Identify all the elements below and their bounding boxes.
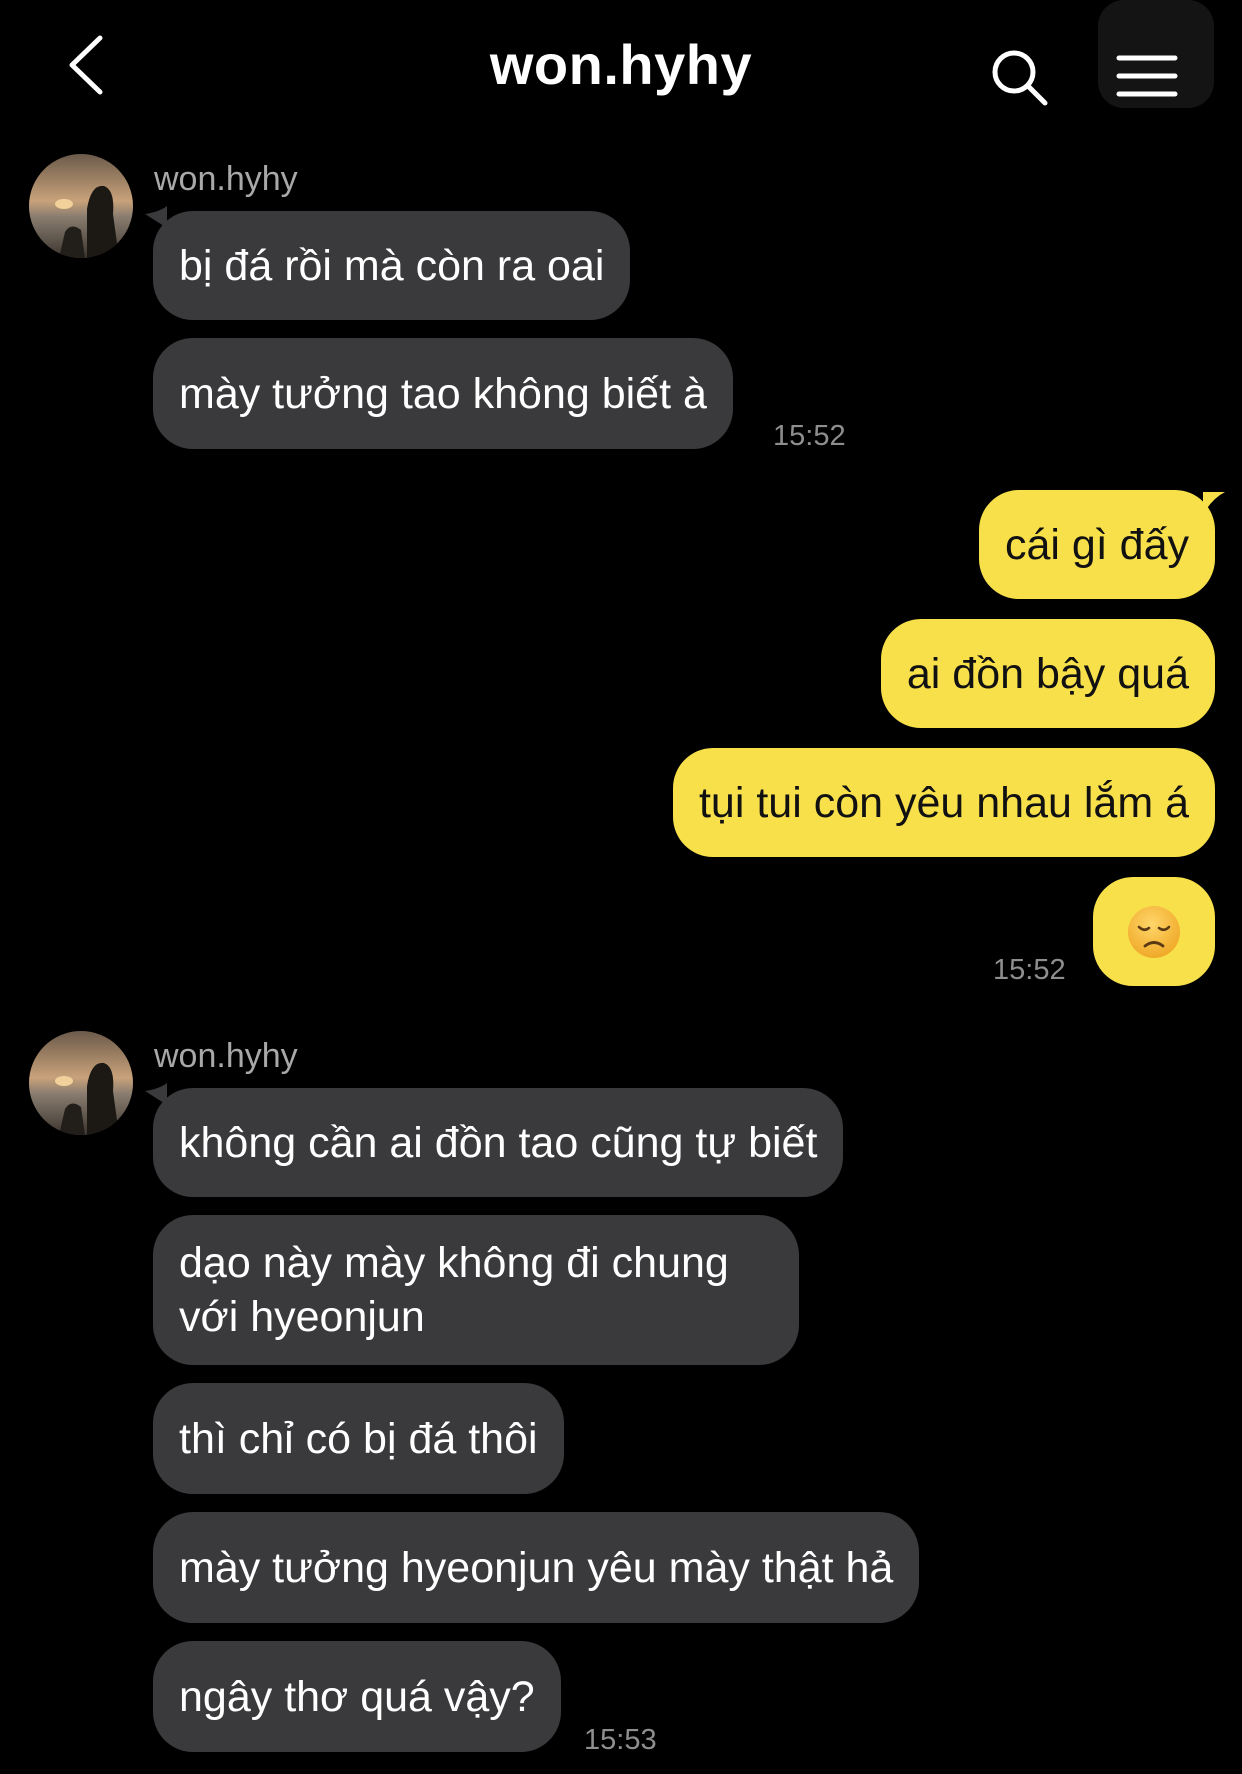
message-text: dạo này mày không đi chung với hyeonjun — [179, 1236, 729, 1344]
avatar[interactable] — [29, 1031, 133, 1135]
incoming-message-bubble[interactable]: mày tưởng hyeonjun yêu mày thật hả — [153, 1512, 920, 1623]
chat-title: won.hyhy — [489, 33, 753, 96]
search-icon — [992, 50, 1048, 106]
menu-button[interactable] — [1098, 0, 1214, 108]
search-button[interactable] — [990, 48, 1050, 108]
message-line: với hyeonjun — [179, 1293, 425, 1341]
avatar[interactable] — [29, 154, 133, 258]
outgoing-message-bubble[interactable]: ai đồn bậy quá — [880, 619, 1215, 728]
outgoing-emoji-bubble[interactable] — [1093, 877, 1215, 986]
incoming-message-bubble[interactable]: không cần ai đồn tao cũng tự biết — [153, 1088, 844, 1197]
avatar-photo — [29, 154, 133, 258]
incoming-message-bubble[interactable]: ngây thơ quá vậy? — [153, 1641, 561, 1752]
menu-icon — [1116, 55, 1178, 97]
incoming-message-bubble[interactable]: dạo này mày không đi chung với hyeonjun — [153, 1215, 799, 1365]
sender-name: won.hyhy — [154, 160, 298, 198]
sender-name: won.hyhy — [154, 1037, 298, 1075]
message-line: dạo này mày không đi chung — [179, 1239, 729, 1287]
message-timestamp: 15:53 — [584, 1724, 657, 1756]
incoming-message-bubble[interactable]: bị đá rồi mà còn ra oai — [153, 211, 631, 320]
chat-header: won.hyhy — [0, 0, 1242, 140]
incoming-message-bubble[interactable]: thì chỉ có bị đá thôi — [153, 1383, 564, 1494]
disappointed-face-emoji — [1128, 905, 1180, 958]
incoming-message-bubble[interactable]: mày tưởng tao không biết à — [153, 338, 733, 449]
avatar-photo — [29, 1031, 133, 1135]
message-timestamp: 15:52 — [993, 954, 1066, 986]
message-timestamp: 15:52 — [773, 420, 846, 452]
outgoing-message-bubble[interactable]: cái gì đấy — [978, 490, 1215, 599]
outgoing-message-bubble[interactable]: tụi tui còn yêu nhau lắm á — [672, 748, 1215, 857]
